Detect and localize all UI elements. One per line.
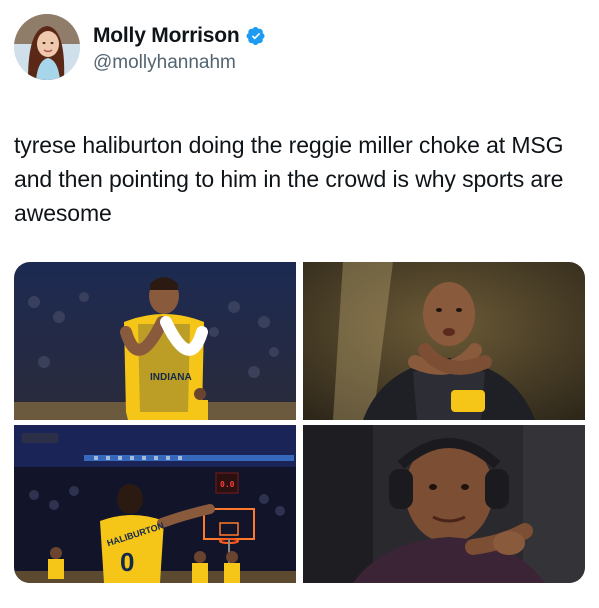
media-photo-4[interactable] bbox=[303, 425, 585, 583]
photo-miller-choke-icon bbox=[303, 262, 585, 420]
avatar[interactable] bbox=[14, 14, 80, 80]
media-photo-2[interactable] bbox=[303, 262, 585, 420]
photo-haliburton-shot-icon: 0.0 HALIBURTON 0 bbox=[14, 425, 296, 583]
tweet-text: tyrese haliburton doing the reggie mille… bbox=[14, 132, 564, 226]
svg-text:INDIANA: INDIANA bbox=[150, 372, 192, 383]
photo-miller-pointing-icon bbox=[303, 425, 585, 583]
media-photo-3[interactable]: 0.0 HALIBURTON 0 bbox=[14, 425, 296, 583]
author-name-row[interactable]: Molly Morrison bbox=[93, 24, 266, 48]
avatar-photo-icon bbox=[14, 14, 80, 80]
display-name[interactable]: Molly Morrison bbox=[93, 24, 240, 48]
author-handle[interactable]: @mollyhannahm bbox=[93, 52, 236, 74]
verified-badge-icon bbox=[246, 26, 266, 46]
photo-haliburton-choke-icon: INDIANA bbox=[14, 262, 296, 420]
media-photo-1[interactable]: INDIANA bbox=[14, 262, 296, 420]
tweet-card: Molly Morrison @mollyhannahm tyrese hali… bbox=[0, 0, 599, 608]
media-grid: INDIANA 0.0 HALIBURTON 0 bbox=[14, 262, 585, 583]
jersey-number-text: 0 bbox=[120, 547, 134, 577]
shot-clock-text: 0.0 bbox=[220, 480, 235, 489]
